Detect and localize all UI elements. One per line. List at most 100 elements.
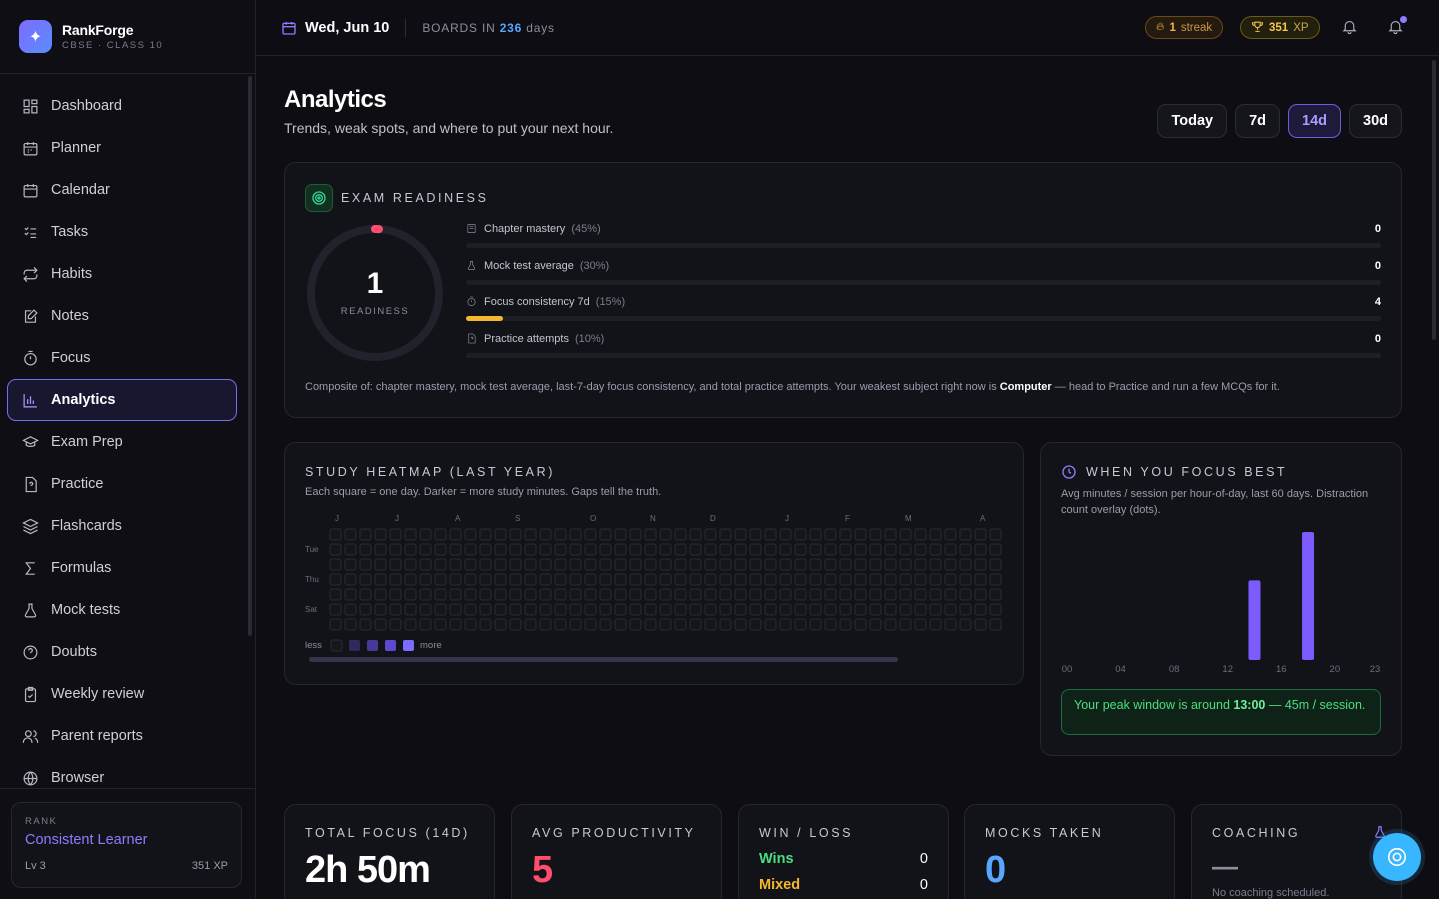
range-button-14d[interactable]: 14d — [1288, 104, 1341, 138]
heatmap-cell — [989, 558, 1002, 571]
heatmap-cell — [494, 588, 507, 601]
wins-row: Wins 0 — [759, 851, 928, 867]
dashboard-icon — [21, 97, 39, 115]
study-heatmap-card: STUDY HEATMAP (LAST YEAR) Each square = … — [284, 442, 1024, 685]
sidebar-item-mock-tests[interactable]: Mock tests — [7, 589, 237, 631]
heatmap-cell — [374, 618, 387, 631]
help-button[interactable] — [1373, 833, 1421, 881]
range-button-today[interactable]: Today — [1157, 104, 1228, 138]
heatmap-cell — [974, 543, 987, 556]
range-button-30d[interactable]: 30d — [1349, 104, 1402, 138]
sidebar-item-flashcards[interactable]: Flashcards — [7, 505, 237, 547]
heatmap-cell — [629, 588, 642, 601]
sidebar-item-calendar[interactable]: Calendar — [7, 169, 237, 211]
heatmap-cell — [404, 573, 417, 586]
notifications-bell-icon[interactable] — [1387, 16, 1407, 38]
sidebar-item-weekly-review[interactable]: Weekly review — [7, 673, 237, 715]
heatmap-cell — [644, 528, 657, 541]
heatmap-cell — [914, 618, 927, 631]
heatmap-cell — [359, 588, 372, 601]
rank-card[interactable]: RANK Consistent Learner Lv 3 351 XP — [11, 802, 242, 888]
bell-icon[interactable] — [1341, 18, 1361, 38]
sidebar-scrollbar[interactable] — [248, 76, 252, 636]
heatmap-cell — [899, 603, 912, 616]
readiness-title: EXAM READINESS — [341, 191, 489, 205]
heatmap-scrollbar[interactable] — [309, 657, 898, 662]
heatmap-cell — [689, 618, 702, 631]
range-button-7d[interactable]: 7d — [1235, 104, 1280, 138]
legend-swatch — [385, 640, 396, 651]
sidebar-item-tasks[interactable]: Tasks — [7, 211, 237, 253]
heatmap-cell — [419, 543, 432, 556]
sidebar-item-formulas[interactable]: Formulas — [7, 547, 237, 589]
heatmap-cell — [884, 528, 897, 541]
sidebar-item-habits[interactable]: Habits — [7, 253, 237, 295]
heatmap-cell — [944, 528, 957, 541]
heatmap-cell — [374, 573, 387, 586]
metric-label: Chapter mastery — [484, 223, 566, 235]
sidebar-item-label: Formulas — [51, 560, 112, 576]
sidebar-item-focus[interactable]: Focus — [7, 337, 237, 379]
heatmap-cell — [734, 588, 747, 601]
metric-weight: (10%) — [574, 333, 605, 345]
sidebar-item-label: Calendar — [51, 182, 110, 198]
heatmap-cell — [359, 528, 372, 541]
heatmap-cell — [374, 528, 387, 541]
coaching-value: — — [1212, 851, 1238, 881]
heatmap-cell — [764, 573, 777, 586]
heatmap-cell — [554, 543, 567, 556]
heatmap-cell — [509, 618, 522, 631]
sidebar-item-parent-reports[interactable]: Parent reports — [7, 715, 237, 757]
heatmap-cell — [794, 603, 807, 616]
sidebar-item-exam-prep[interactable]: Exam Prep — [7, 421, 237, 463]
sidebar-item-label: Browser — [51, 770, 105, 786]
heatmap-cell — [764, 528, 777, 541]
sidebar-item-doubts[interactable]: Doubts — [7, 631, 237, 673]
sidebar-item-planner[interactable]: Planner — [7, 127, 237, 169]
heatmap-cell — [959, 603, 972, 616]
sidebar-footer: RANK Consistent Learner Lv 3 351 XP — [0, 788, 255, 888]
xp-badge[interactable]: 351 XP — [1240, 16, 1320, 39]
heatmap-cell — [569, 543, 582, 556]
focus-best-card: WHEN YOU FOCUS BEST Avg minutes / sessio… — [1040, 442, 1402, 756]
streak-badge[interactable]: 🔥︎ 1 streak — [1145, 16, 1224, 39]
heatmap-cell — [779, 528, 792, 541]
planner-icon — [21, 139, 39, 157]
heatmap-cell — [689, 558, 702, 571]
heatmap-cell — [659, 588, 672, 601]
weakest-subject[interactable]: Computer — [1000, 381, 1052, 393]
mocks-taken-value: 0 — [985, 849, 1006, 891]
heatmap-month-label: J — [785, 514, 789, 523]
exam-readiness-card: EXAM READINESS 1 READINESS Chapter maste… — [284, 162, 1402, 418]
brand[interactable]: ✦ RankForge CBSE · CLASS 10 — [0, 0, 255, 74]
heatmap-cell — [509, 573, 522, 586]
heatmap-cell — [854, 543, 867, 556]
heatmap-cell — [629, 528, 642, 541]
sidebar-item-notes[interactable]: Notes — [7, 295, 237, 337]
heatmap-cell — [599, 528, 612, 541]
heatmap-cell — [344, 603, 357, 616]
heatmap-cell — [329, 588, 342, 601]
hour-tick-label: 04 — [1115, 664, 1126, 675]
heatmap-cell — [644, 558, 657, 571]
sidebar-item-browser[interactable]: Browser — [7, 757, 237, 799]
heatmap-grid: J J A S O N D J F M A Tue Thu Sat less more — [305, 514, 1002, 652]
calendar-icon — [281, 20, 297, 36]
heatmap-cell — [809, 558, 822, 571]
legend-swatch — [349, 640, 360, 651]
sidebar-item-practice[interactable]: Practice — [7, 463, 237, 505]
heatmap-cell — [674, 543, 687, 556]
heatmap-cell — [839, 528, 852, 541]
heatmap-cell — [689, 528, 702, 541]
heatmap-cell — [539, 528, 552, 541]
heatmap-cell — [944, 603, 957, 616]
heatmap-cell — [329, 603, 342, 616]
sidebar-item-analytics[interactable]: Analytics — [7, 379, 237, 421]
peak-suffix: — 45m / session. — [1268, 698, 1366, 712]
heatmap-cell — [539, 603, 552, 616]
heatmap-cell — [809, 588, 822, 601]
page-scrollbar[interactable] — [1432, 60, 1436, 340]
heatmap-cell — [884, 603, 897, 616]
heatmap-cell — [869, 573, 882, 586]
sidebar-item-dashboard[interactable]: Dashboard — [7, 85, 237, 127]
